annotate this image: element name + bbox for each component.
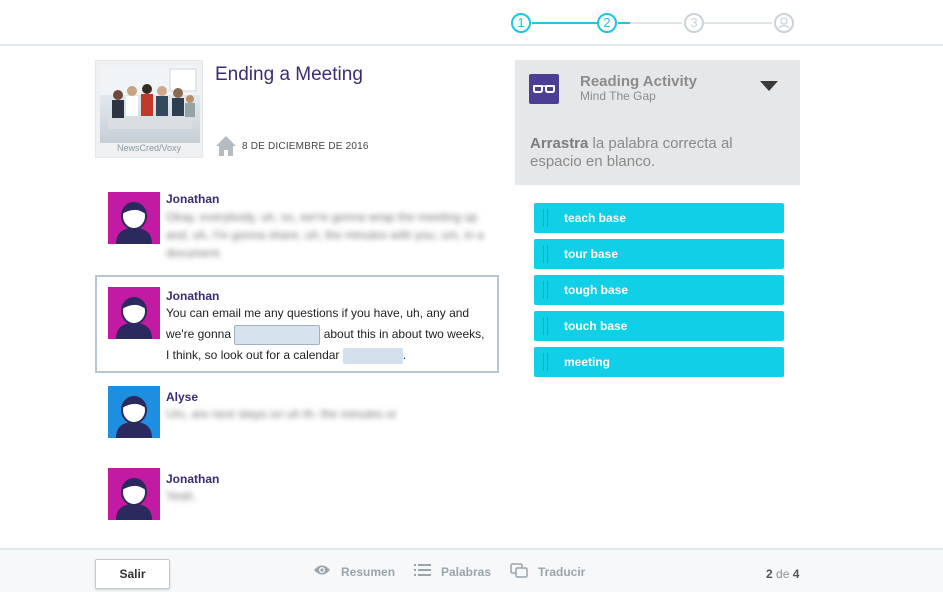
article-date: 8 DE DICIEMBRE DE 2016 <box>242 141 369 152</box>
activity-title: Reading Activity <box>580 73 697 90</box>
person-icon <box>116 202 152 244</box>
activity-subtitle: Mind The Gap <box>580 89 656 103</box>
speaker-name: Jonathan <box>166 192 220 206</box>
activity-instruction: Arrastra la palabra correcta al espacio … <box>530 135 780 171</box>
exit-button[interactable]: Salir <box>95 559 170 589</box>
page-current: 2 <box>766 567 773 581</box>
avatar <box>108 192 160 244</box>
transcript-message: Jonathan Yeah. <box>108 468 498 524</box>
step-progress-line-partial <box>618 22 630 24</box>
word-choice[interactable]: meeting <box>534 347 784 377</box>
drag-handle-icon[interactable] <box>543 317 548 335</box>
person-icon <box>116 297 152 339</box>
word-choice[interactable]: touch base <box>534 311 784 341</box>
word-choices: teach base tour base tough base touch ba… <box>534 203 784 383</box>
drag-handle-icon[interactable] <box>543 353 548 371</box>
transcript-message-active: Jonathan You can email me any questions … <box>108 287 498 367</box>
transcript-message: Jonathan Okay, everybody, uh, so, we're … <box>108 192 498 262</box>
word-choice-label: tough base <box>564 283 629 297</box>
message-text: Um, are next steps on uh th- the minutes… <box>166 407 397 421</box>
page-total: 4 <box>792 567 800 581</box>
translate-icon[interactable] <box>510 563 528 578</box>
user-icon <box>778 17 790 29</box>
message-text-part: . <box>402 348 407 362</box>
reading-activity-panel: Reading Activity Mind The Gap Arrastra l… <box>515 60 800 185</box>
speaker-name: Jonathan <box>166 289 220 303</box>
person-icon <box>116 396 152 438</box>
step-progress-line-todo <box>630 22 682 24</box>
translate-link[interactable]: Traducir <box>538 565 585 579</box>
speaker-name: Jonathan <box>166 472 220 486</box>
eye-icon[interactable] <box>313 563 331 577</box>
word-choice-label: tour base <box>564 247 619 261</box>
page-separator: de <box>776 567 790 581</box>
list-icon[interactable] <box>414 563 431 577</box>
drop-blank-1[interactable] <box>234 324 321 345</box>
person-icon <box>116 478 152 520</box>
transcript-message: Alyse Um, are next steps on uh th- the m… <box>108 386 498 442</box>
words-link[interactable]: Palabras <box>441 565 491 579</box>
message-text: Yeah. <box>166 489 197 503</box>
instruction-bold: Arrastra <box>530 135 589 152</box>
word-choice[interactable]: tour base <box>534 239 784 269</box>
meeting-photo <box>100 65 200 143</box>
lesson-stepper: 1 2 3 <box>510 11 800 35</box>
step-profile[interactable] <box>774 13 794 33</box>
article-thumbnail: NewsCred/Voxy <box>95 60 203 158</box>
word-choice[interactable]: teach base <box>534 203 784 233</box>
drag-handle-icon[interactable] <box>543 245 548 263</box>
article-title: Ending a Meeting <box>215 64 363 85</box>
avatar <box>108 386 160 438</box>
step-3[interactable]: 3 <box>684 13 704 33</box>
avatar <box>108 287 160 339</box>
drag-handle-icon[interactable] <box>543 209 548 227</box>
word-choice-label: teach base <box>564 211 627 225</box>
top-progress-bar: 1 2 3 <box>0 0 943 46</box>
chevron-down-icon[interactable] <box>760 81 778 91</box>
summary-link[interactable]: Resumen <box>341 565 395 579</box>
message-text: You can email me any questions if you ha… <box>166 303 491 366</box>
page-counter: 2 de 4 <box>766 567 799 581</box>
drag-handle-icon[interactable] <box>543 281 548 299</box>
glasses-icon <box>529 74 559 104</box>
photo-credit: NewsCred/Voxy <box>116 143 182 153</box>
speaker-name: Alyse <box>166 390 199 404</box>
bottom-toolbar: Salir Resumen Palabras Traducir 2 de 4 <box>0 548 943 592</box>
word-choice[interactable]: tough base <box>534 275 784 305</box>
step-1[interactable]: 1 <box>511 13 531 33</box>
home-icon[interactable] <box>215 135 237 157</box>
avatar <box>108 468 160 520</box>
message-text: Okay, everybody, uh, so, we're gonna wra… <box>166 210 484 260</box>
step-progress-line-todo <box>704 22 772 24</box>
word-choice-label: meeting <box>564 355 611 369</box>
step-2[interactable]: 2 <box>597 13 617 33</box>
word-choice-label: touch base <box>564 319 628 333</box>
drop-blank-2[interactable] <box>342 347 403 364</box>
